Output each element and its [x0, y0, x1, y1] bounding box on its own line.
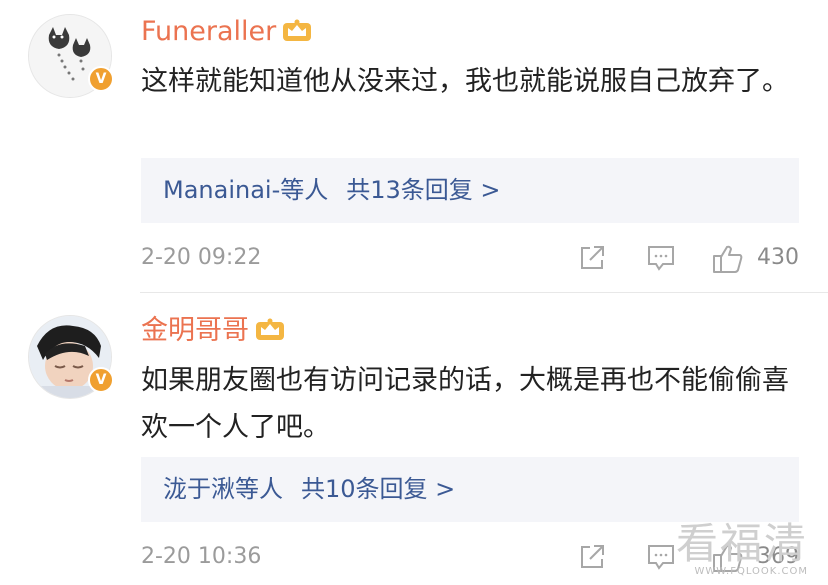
comment-item: V Funeraller 这样就能知道他从没来过，我也就能说服自己放弃了。 Ma… [0, 0, 828, 292]
username-text: Funeraller [141, 16, 277, 47]
reply-count: 共13条回复 > [346, 176, 501, 204]
comment-time: 2-20 10:36 [141, 544, 262, 569]
avatar[interactable]: V [28, 315, 114, 399]
comment-icon[interactable] [645, 243, 677, 279]
verified-badge-icon: V [88, 66, 114, 92]
comment-time: 2-20 09:22 [141, 245, 262, 270]
like-count: 369 [757, 544, 799, 569]
verified-badge-icon: V [88, 367, 114, 393]
vip-crown-icon [282, 17, 312, 53]
comment-item: V 金明哥哥 如果朋友圈也有访问记录的话，大概是再也不能偷偷喜欢一个人了吧。 泷… [0, 293, 828, 585]
like-thumb-icon[interactable] [711, 243, 745, 281]
comment-text: 这样就能知道他从没来过，我也就能说服自己放弃了。 [141, 66, 789, 97]
comment-icon[interactable] [645, 542, 677, 578]
username-text: 金明哥哥 [141, 315, 249, 346]
comment-text: 如果朋友圈也有访问记录的话，大概是再也不能偷偷喜欢一个人了吧。 [141, 365, 789, 443]
comment-meta-row: 2-20 09:22 430 [141, 241, 801, 277]
avatar[interactable]: V [28, 14, 114, 98]
verified-badge-letter: V [95, 71, 107, 87]
repost-icon[interactable] [577, 243, 607, 279]
like-thumb-icon[interactable] [711, 542, 745, 580]
reply-preview-link[interactable]: Manainai-等人 共13条回复 > [141, 158, 799, 223]
repost-icon[interactable] [577, 542, 607, 578]
reply-names: Manainai-等人 [163, 176, 329, 204]
verified-badge-letter: V [95, 372, 107, 388]
vip-crown-icon [255, 316, 285, 352]
like-count: 430 [757, 245, 799, 270]
comment-meta-row: 2-20 10:36 369 [141, 540, 801, 576]
reply-preview-link[interactable]: 泷于湫等人 共10条回复 > [141, 457, 799, 522]
reply-count: 共10条回复 > [301, 475, 456, 503]
username-link[interactable]: Funeraller [141, 14, 312, 53]
reply-names: 泷于湫等人 [163, 475, 283, 503]
username-link[interactable]: 金明哥哥 [141, 313, 285, 352]
